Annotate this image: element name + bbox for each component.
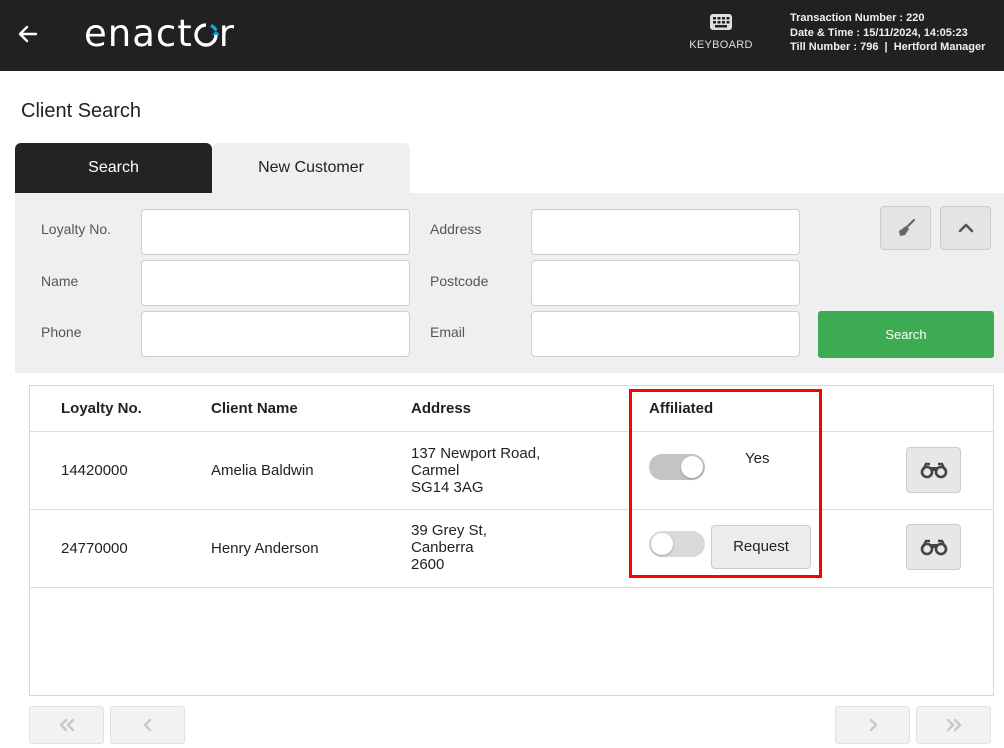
name-label: Name bbox=[41, 273, 79, 289]
address-label: Address bbox=[430, 221, 482, 237]
loyalty-label: Loyalty No. bbox=[41, 221, 112, 237]
top-bar: enact r KEYBOARD Transaction Number : 22… bbox=[0, 0, 1004, 71]
email-input[interactable] bbox=[531, 311, 800, 357]
affiliated-status: Yes bbox=[745, 450, 770, 467]
address-line: Carmel bbox=[411, 462, 460, 479]
phone-label: Phone bbox=[41, 324, 82, 340]
enactor-logo: enact r bbox=[84, 12, 235, 55]
address-line: 137 Newport Road, bbox=[411, 445, 541, 462]
name-input[interactable] bbox=[141, 260, 410, 306]
address-line: SG14 3AG bbox=[411, 479, 484, 496]
double-chevron-left-icon bbox=[59, 718, 74, 732]
phone-input[interactable] bbox=[141, 311, 410, 357]
results-table: Loyalty No. Client Name Address Affiliat… bbox=[29, 385, 994, 696]
back-button[interactable] bbox=[14, 20, 42, 48]
loyalty-input[interactable] bbox=[141, 209, 410, 255]
toggle-knob bbox=[681, 456, 703, 478]
previous-page-button[interactable] bbox=[110, 706, 185, 744]
table-divider bbox=[30, 587, 993, 588]
page-title: Client Search bbox=[21, 100, 142, 122]
next-page-button[interactable] bbox=[835, 706, 910, 744]
affiliated-toggle[interactable] bbox=[649, 454, 705, 480]
column-header-affiliated: Affiliated bbox=[649, 400, 714, 417]
loyalty-no-cell: 24770000 bbox=[61, 540, 128, 557]
column-header-loyalty: Loyalty No. bbox=[61, 400, 142, 417]
address-input[interactable] bbox=[531, 209, 800, 255]
client-name-cell: Henry Anderson bbox=[211, 540, 319, 557]
chevron-left-icon bbox=[143, 718, 151, 732]
tab-search[interactable]: Search bbox=[15, 143, 212, 193]
keyboard-icon bbox=[710, 14, 732, 30]
search-button[interactable]: Search bbox=[818, 311, 994, 358]
table-row[interactable]: 14420000 Amelia Baldwin 137 Newport Road… bbox=[30, 431, 993, 509]
binoculars-icon bbox=[920, 462, 947, 479]
column-header-address: Address bbox=[411, 400, 472, 417]
binoculars-icon bbox=[920, 539, 947, 556]
loyalty-no-cell: 14420000 bbox=[61, 462, 128, 479]
address-line: Canberra bbox=[411, 539, 474, 556]
client-name-cell: Amelia Baldwin bbox=[211, 462, 314, 479]
clear-button[interactable] bbox=[880, 206, 931, 250]
till-info: Till Number : 796 | Hertford Manager bbox=[790, 41, 986, 53]
email-label: Email bbox=[430, 324, 466, 340]
view-client-button[interactable] bbox=[906, 447, 961, 493]
tab-new-customer[interactable]: New Customer bbox=[212, 143, 410, 193]
address-cell: 39 Grey St, Canberra 2600 bbox=[411, 522, 487, 573]
postcode-label: Postcode bbox=[430, 273, 489, 289]
request-affiliation-button[interactable]: Request bbox=[711, 525, 811, 569]
transaction-number: Transaction Number : 220 bbox=[790, 12, 925, 24]
transaction-datetime: Date & Time : 15/11/2024, 14:05:23 bbox=[790, 26, 968, 39]
chevron-up-icon bbox=[958, 223, 973, 233]
arrow-left-icon bbox=[18, 25, 38, 43]
transaction-info: Transaction Number : 220 Date & Time : 1… bbox=[790, 11, 985, 55]
address-line: 39 Grey St, bbox=[411, 522, 487, 539]
double-chevron-right-icon bbox=[946, 718, 961, 732]
view-client-button[interactable] bbox=[906, 524, 961, 570]
broom-icon bbox=[898, 218, 915, 236]
chevron-right-icon bbox=[869, 718, 877, 732]
table-row[interactable]: 24770000 Henry Anderson 39 Grey St, Canb… bbox=[30, 509, 993, 587]
address-line: 2600 bbox=[411, 556, 445, 573]
column-header-client-name: Client Name bbox=[211, 400, 298, 417]
keyboard-button[interactable]: KEYBOARD bbox=[684, 12, 758, 62]
toggle-knob bbox=[651, 533, 673, 555]
collapse-button[interactable] bbox=[940, 206, 991, 250]
postcode-input[interactable] bbox=[531, 260, 800, 306]
last-page-button[interactable] bbox=[916, 706, 991, 744]
affiliated-toggle[interactable] bbox=[649, 531, 705, 557]
first-page-button[interactable] bbox=[29, 706, 104, 744]
address-cell: 137 Newport Road, Carmel SG14 3AG bbox=[411, 445, 540, 496]
keyboard-label: KEYBOARD bbox=[689, 39, 753, 51]
